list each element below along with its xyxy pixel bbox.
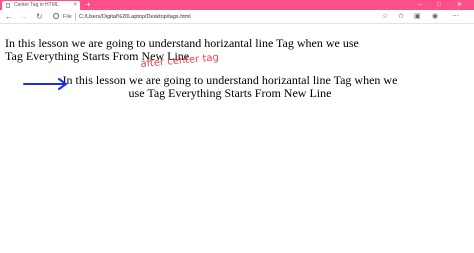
profile-icon[interactable]: ◉ xyxy=(432,11,438,23)
url-input[interactable]: C:/Users/Digital%20Laptop/Desktop/tags.h… xyxy=(79,13,191,21)
maximize-button[interactable]: □ xyxy=(437,0,441,10)
new-tab-button[interactable]: + xyxy=(86,0,91,10)
tab-close-icon[interactable]: × xyxy=(73,1,77,9)
address-separator xyxy=(75,13,76,21)
star-icon[interactable]: ☆ xyxy=(382,11,388,23)
browser-tab[interactable]: Center Tag in HTML × xyxy=(2,1,80,10)
info-icon[interactable] xyxy=(53,13,59,19)
minimize-button[interactable]: – xyxy=(418,0,421,10)
forward-button[interactable]: → xyxy=(20,11,28,23)
menu-icon[interactable]: ⋯ xyxy=(452,11,459,23)
blue-arrow-icon xyxy=(23,78,67,90)
tab-bar: Center Tag in HTML × + – □ ✕ xyxy=(0,0,474,10)
address-bar-row: ← → ↻ File C:/Users/Digital%20Laptop/Des… xyxy=(0,10,474,24)
page-icon xyxy=(6,3,10,8)
collections-icon[interactable]: ▣ xyxy=(414,11,421,23)
refresh-button[interactable]: ↻ xyxy=(36,11,43,23)
tab-title: Center Tag in HTML xyxy=(14,2,59,8)
page-content: In this lesson we are going to understan… xyxy=(0,25,474,253)
file-scheme-label: File xyxy=(63,14,72,20)
favorites-icon[interactable]: ✩ xyxy=(398,11,404,23)
back-button[interactable]: ← xyxy=(5,11,13,23)
paragraph-centered: In this lesson we are going to understan… xyxy=(62,73,398,100)
close-window-button[interactable]: ✕ xyxy=(457,0,462,10)
